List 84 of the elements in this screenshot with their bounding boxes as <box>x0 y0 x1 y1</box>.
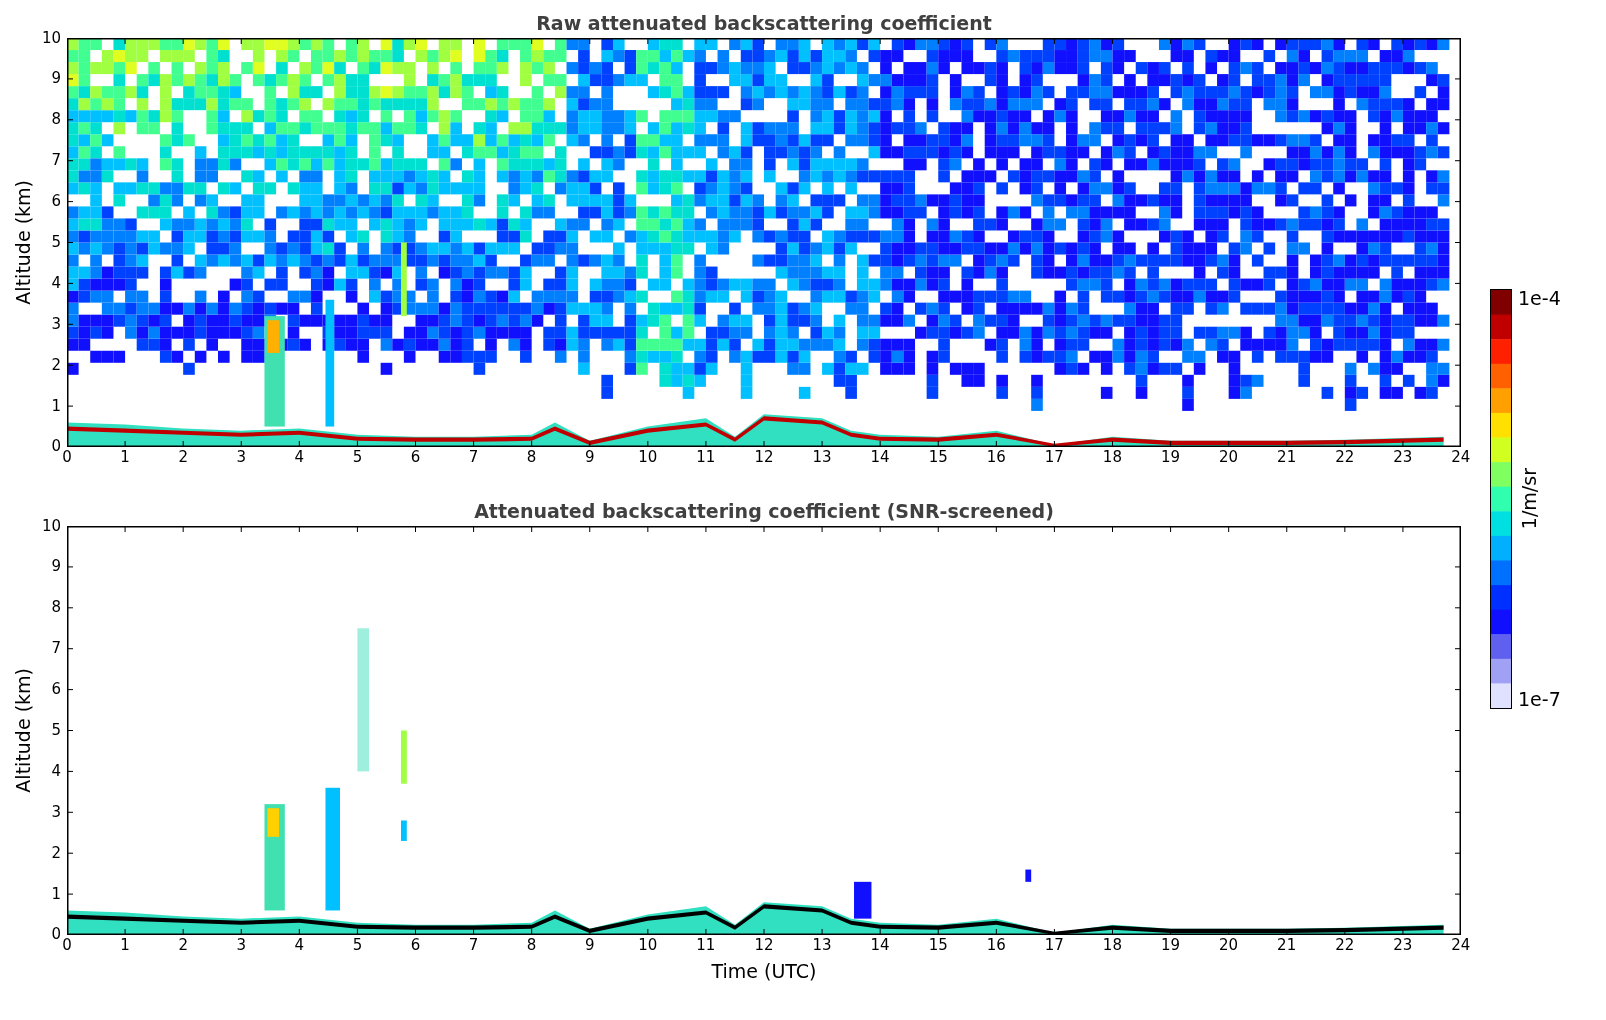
cloud-patch <box>1025 869 1032 882</box>
axis-label: Altitude (km) <box>11 668 34 793</box>
tick-label: 6 <box>410 450 421 468</box>
tick-label: 3 <box>51 316 61 332</box>
tick-label: 11 <box>696 938 716 956</box>
tick-label: 9 <box>584 938 595 956</box>
tick-label: 22 <box>1335 938 1355 956</box>
tick-label: 20 <box>1219 938 1239 956</box>
tick-label: 9 <box>51 559 61 575</box>
tick-label: 8 <box>526 450 537 468</box>
tick-label: 14 <box>870 938 890 956</box>
cloud-patch <box>854 881 872 919</box>
tick-label: 16 <box>986 938 1006 956</box>
tick-label: 6 <box>51 682 61 698</box>
tick-label: 8 <box>526 938 537 956</box>
tick-label: 10 <box>41 518 61 534</box>
tick-label: 1 <box>120 450 130 468</box>
tick-label: 0 <box>62 450 72 468</box>
tick-label: 5 <box>51 234 61 250</box>
tick-label: 4 <box>51 763 61 779</box>
tick-label: 2 <box>51 357 61 373</box>
cloud-patch <box>401 730 407 784</box>
tick-label: 12 <box>754 450 774 468</box>
tick-label: 1 <box>51 398 61 414</box>
tick-label: 10 <box>638 938 658 956</box>
colorbar-tick-label: 1e-7 <box>1518 690 1561 709</box>
tick-label: 6 <box>410 938 421 956</box>
tick-label: 7 <box>51 641 61 657</box>
tick-label: 8 <box>51 112 61 128</box>
tick-label: 20 <box>1219 450 1239 468</box>
tick-label: 9 <box>584 450 595 468</box>
tick-label: 18 <box>1102 450 1122 468</box>
cloud-patch <box>401 820 407 841</box>
tick-label: 1 <box>51 886 61 902</box>
tick-label: 21 <box>1277 450 1297 468</box>
tick-label: 5 <box>352 450 363 468</box>
tick-label: 23 <box>1393 450 1413 468</box>
tick-label: 17 <box>1044 450 1064 468</box>
tick-label: 19 <box>1160 450 1181 468</box>
tick-label: 24 <box>1451 450 1471 468</box>
axis-label: Altitude (km) <box>11 180 34 305</box>
tick-label: 11 <box>696 450 716 468</box>
tick-label: 12 <box>754 938 774 956</box>
tick-label: 17 <box>1044 938 1064 956</box>
tick-label: 15 <box>928 450 948 468</box>
tick-label: 3 <box>236 450 246 468</box>
tick-label: 4 <box>294 938 305 956</box>
tick-label: 21 <box>1277 938 1297 956</box>
tick-label: 7 <box>468 450 479 468</box>
tick-label: 2 <box>51 845 61 861</box>
tick-label: 22 <box>1335 450 1355 468</box>
axis-label: Time (UTC) <box>711 959 817 982</box>
tick-label: 24 <box>1451 938 1471 956</box>
tick-label: 8 <box>51 600 61 616</box>
tick-label: 7 <box>51 153 61 169</box>
tick-label: 4 <box>294 450 305 468</box>
tick-label: 2 <box>178 450 188 468</box>
tick-label: 0 <box>51 927 61 943</box>
tick-label: 15 <box>928 938 948 956</box>
tick-label: 19 <box>1160 938 1181 956</box>
tick-label: 2 <box>178 938 188 956</box>
tick-label: 9 <box>51 71 61 87</box>
tick-label: 13 <box>812 450 832 468</box>
tick-label: 14 <box>870 450 890 468</box>
tick-label: 13 <box>812 938 832 956</box>
tick-label: 3 <box>51 804 61 820</box>
tick-label: 4 <box>51 275 61 291</box>
tick-label: 5 <box>51 722 61 738</box>
chart-title: Attenuated backscattering coefficient (SNR-screened) <box>474 500 1054 524</box>
colorbar-label: 1/m/sr <box>1518 468 1540 530</box>
tick-label: 0 <box>62 938 72 956</box>
tick-label: 3 <box>236 938 246 956</box>
tick-label: 6 <box>51 194 61 210</box>
tick-label: 0 <box>51 439 61 455</box>
tick-label: 1 <box>120 938 130 956</box>
tick-label: 10 <box>638 450 658 468</box>
tick-label: 16 <box>986 450 1006 468</box>
tick-label: 10 <box>41 30 61 46</box>
chart-title: Raw attenuated backscattering coefficient <box>536 12 992 36</box>
colorbar-tick-label: 1e-4 <box>1518 289 1561 308</box>
tick-label: 23 <box>1393 938 1413 956</box>
tick-label: 18 <box>1102 938 1122 956</box>
tick-label: 7 <box>468 938 479 956</box>
tick-label: 5 <box>352 938 363 956</box>
